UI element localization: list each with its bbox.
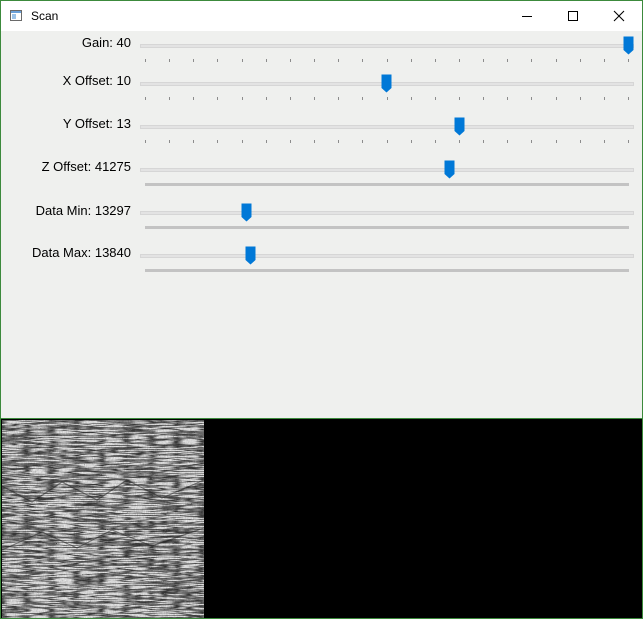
x-offset-slider-ticks (145, 97, 629, 101)
slider-tick (362, 97, 363, 100)
slider-tick (217, 140, 218, 143)
data-min-slider-thumb[interactable] (241, 203, 252, 222)
z-offset-label: Z Offset: 41275 (41, 159, 131, 174)
slider-tick (556, 59, 557, 62)
slider-tick (483, 59, 484, 62)
minimize-icon (522, 16, 532, 17)
slider-tick (145, 140, 146, 143)
y-offset-label: Y Offset: 13 (62, 116, 131, 131)
slider-tick (387, 59, 388, 62)
slider-tick (362, 59, 363, 62)
z-offset-slider-groove (145, 183, 629, 186)
slider-tick (145, 97, 146, 100)
slider-tick (483, 140, 484, 143)
slider-tick (169, 59, 170, 62)
slider-tick (483, 97, 484, 100)
slider-tick (604, 140, 605, 143)
gain-slider-thumb[interactable] (623, 36, 634, 55)
minimize-button[interactable] (504, 1, 550, 31)
slider-tick (604, 59, 605, 62)
slider-tick (411, 59, 412, 62)
slider-tick (459, 97, 460, 100)
slider-tick (604, 97, 605, 100)
data-max-label: Data Max: 13840 (31, 245, 131, 260)
x-offset-slider-thumb[interactable] (381, 74, 392, 93)
gain-slider-ticks (145, 59, 629, 63)
slider-tick (290, 140, 291, 143)
slider-tick (266, 97, 267, 100)
slider-tick (193, 59, 194, 62)
slider-tick (217, 59, 218, 62)
slider-tick (556, 140, 557, 143)
slider-tick (338, 97, 339, 100)
y-offset-slider-ticks (145, 140, 629, 144)
window-title: Scan (31, 9, 59, 23)
data-max-slider-thumb[interactable] (245, 246, 256, 265)
slider-tick (435, 140, 436, 143)
close-button[interactable] (596, 1, 642, 31)
slider-tick (266, 140, 267, 143)
x-offset-label: X Offset: 10 (62, 73, 131, 88)
slider-tick (435, 97, 436, 100)
slider-tick (531, 97, 532, 100)
slider-tick (290, 97, 291, 100)
slider-tick (314, 140, 315, 143)
slider-tick (338, 59, 339, 62)
slider-tick (266, 59, 267, 62)
slider-tick (580, 140, 581, 143)
slider-tick (507, 97, 508, 100)
slider-tick (242, 140, 243, 143)
slider-tick (242, 97, 243, 100)
slider-tick (580, 97, 581, 100)
maximize-button[interactable] (550, 1, 596, 31)
scan-image-area (1, 418, 642, 618)
scan-window: Scan Gain: 40 X Offset: 10 Y Offset: 13 … (0, 0, 643, 619)
slider-tick (628, 59, 629, 62)
y-offset-slider-thumb[interactable] (454, 117, 465, 136)
slider-panel: Gain: 40 X Offset: 10 Y Offset: 13 Z Off… (1, 32, 642, 418)
slider-tick (507, 59, 508, 62)
gain-slider-track[interactable] (140, 44, 634, 48)
data-min-slider-groove (145, 226, 629, 229)
data-max-slider-groove (145, 269, 629, 272)
slider-tick (580, 59, 581, 62)
slider-tick (387, 97, 388, 100)
slider-tick (411, 140, 412, 143)
slider-tick (193, 140, 194, 143)
slider-tick (314, 59, 315, 62)
z-offset-slider-thumb[interactable] (444, 160, 455, 179)
slider-tick (459, 140, 460, 143)
slider-tick (290, 59, 291, 62)
window-app-icon (10, 10, 22, 21)
slider-tick (193, 97, 194, 100)
gain-label: Gain: 40 (81, 35, 131, 50)
slider-tick (628, 140, 629, 143)
title-bar[interactable]: Scan (1, 1, 642, 31)
slider-tick (459, 59, 460, 62)
slider-tick (411, 97, 412, 100)
slider-tick (531, 140, 532, 143)
data-max-slider-track[interactable] (140, 254, 634, 258)
slider-tick (387, 140, 388, 143)
slider-tick (169, 140, 170, 143)
close-icon (613, 10, 625, 22)
data-min-slider-track[interactable] (140, 211, 634, 215)
slider-tick (556, 97, 557, 100)
data-min-label: Data Min: 13297 (35, 203, 131, 218)
slider-tick (314, 97, 315, 100)
slider-tick (338, 140, 339, 143)
slider-tick (169, 97, 170, 100)
slider-tick (531, 59, 532, 62)
slider-tick (362, 140, 363, 143)
z-offset-slider-track[interactable] (140, 168, 634, 172)
slider-tick (242, 59, 243, 62)
maximize-icon (568, 11, 578, 21)
slider-tick (217, 97, 218, 100)
slider-tick (507, 140, 508, 143)
slider-tick (628, 97, 629, 100)
slider-tick (435, 59, 436, 62)
y-offset-slider-track[interactable] (140, 125, 634, 129)
scan-preview-image (2, 420, 204, 618)
slider-tick (145, 59, 146, 62)
